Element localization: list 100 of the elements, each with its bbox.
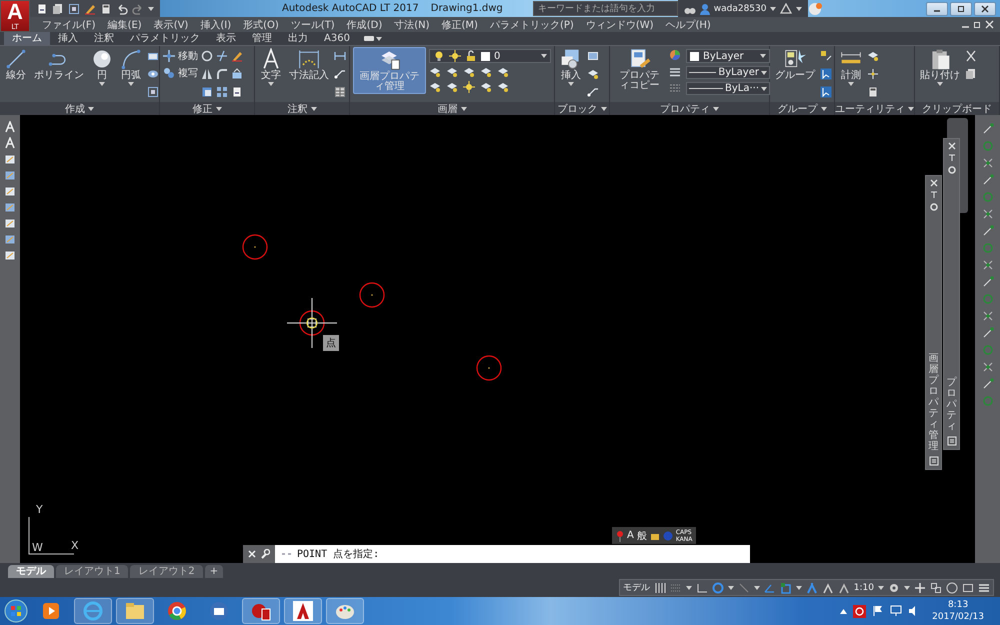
calculator-icon[interactable]	[867, 86, 879, 98]
panel-title[interactable]: 画層	[350, 102, 554, 115]
ribbon-tab[interactable]: A360	[316, 32, 358, 45]
panel-title[interactable]: グループ	[770, 102, 834, 115]
linetype-dropdown[interactable]: ByLa···	[686, 82, 770, 95]
document-icon[interactable]	[231, 86, 243, 98]
lineweight-icon[interactable]	[669, 66, 681, 78]
restore-button[interactable]	[950, 2, 972, 16]
array-icon[interactable]	[216, 86, 228, 98]
properties-icon[interactable]	[946, 436, 956, 446]
palette-strip[interactable]: 画層プロパティ管理	[925, 175, 942, 470]
mail-icon[interactable]	[209, 601, 229, 621]
point-icon[interactable]	[867, 68, 879, 80]
sun-icon[interactable]	[463, 81, 475, 93]
block-icon[interactable]	[587, 50, 599, 62]
calculator-icon[interactable]	[100, 2, 112, 14]
add-layout-button[interactable]: +	[204, 565, 224, 578]
snap-tool-icon[interactable]	[982, 208, 994, 220]
cut-icon[interactable]	[965, 50, 977, 62]
panel-title[interactable]: 修正	[160, 102, 254, 115]
ribbon-tool-button[interactable]: 貼り付け	[918, 47, 962, 87]
ribbon-tool-button[interactable]: 文字	[258, 47, 284, 87]
linetype-icon[interactable]	[669, 82, 681, 94]
pencil-icon[interactable]	[231, 50, 243, 62]
layer-tool-icon[interactable]	[429, 81, 441, 93]
close-icon[interactable]	[985, 20, 994, 29]
layer-tool-icon[interactable]	[867, 50, 879, 62]
menu-item[interactable]: 作成(D)	[340, 18, 388, 32]
pencil-icon[interactable]	[84, 2, 96, 14]
mirror-icon[interactable]	[201, 68, 213, 80]
layer-tool-icon[interactable]	[429, 66, 441, 78]
panel-title[interactable]: 作成	[0, 102, 159, 115]
flag-icon[interactable]	[872, 605, 884, 617]
ribbon-small-tool[interactable]: 移動	[163, 49, 198, 63]
ungroup-icon[interactable]	[820, 50, 832, 62]
palette-strip[interactable]: プロパティ	[943, 138, 960, 450]
layer-tool-icon[interactable]	[446, 66, 458, 78]
layer-tool-icon[interactable]	[497, 66, 509, 78]
menu-item[interactable]: 表示(V)	[148, 18, 194, 32]
layer-tool-icon[interactable]	[497, 81, 509, 93]
pin-icon[interactable]	[930, 191, 938, 199]
layer-tool-icon[interactable]	[463, 66, 475, 78]
tray-arrow-icon[interactable]	[840, 608, 848, 614]
color-wheel-icon[interactable]	[669, 49, 681, 61]
snap-tracking-icon[interactable]	[780, 582, 792, 594]
search-field[interactable]: キーワードまたは語句を入力	[532, 1, 678, 16]
frame-icon[interactable]	[68, 2, 80, 14]
close-icon[interactable]	[948, 142, 956, 150]
undo-icon[interactable]	[116, 2, 128, 14]
menu-icon[interactable]	[978, 582, 990, 594]
pages-icon[interactable]	[965, 68, 977, 80]
fillet-icon[interactable]	[216, 68, 228, 80]
menu-item[interactable]: ファイル(F)	[36, 18, 102, 32]
layer-tool-icon[interactable]	[587, 68, 599, 80]
menu-item[interactable]: 修正(M)	[436, 18, 484, 32]
select-icon[interactable]	[820, 86, 832, 98]
hatch-icon[interactable]	[147, 68, 159, 80]
ribbon-tool-button[interactable]: プロパティコピー	[613, 47, 666, 92]
model-space-button[interactable]: モデル	[622, 581, 650, 594]
clock[interactable]: 8:13 2017/02/13	[926, 599, 990, 623]
stretch-icon[interactable]	[201, 86, 213, 98]
folder-icon[interactable]	[125, 602, 145, 620]
ribbon-small-tool[interactable]: 複写	[163, 66, 198, 80]
color-dropdown[interactable]: ByLayer	[686, 49, 770, 63]
text-edit-icon[interactable]	[4, 137, 16, 149]
rectangle-icon[interactable]	[147, 50, 159, 62]
frame-icon[interactable]	[147, 86, 159, 98]
menu-item[interactable]: 編集(E)	[102, 18, 148, 32]
layer-tool-icon[interactable]	[480, 81, 492, 93]
document-icon[interactable]	[36, 2, 48, 14]
select-icon[interactable]	[820, 68, 832, 80]
linear-dimension-icon[interactable]	[334, 50, 346, 62]
annotation-scale-button[interactable]: 1:10	[854, 582, 874, 592]
pin-icon[interactable]	[948, 154, 956, 162]
layout-tab[interactable]: レイアウト1	[56, 565, 128, 578]
ribbon-tool-button[interactable]: 寸法記入	[287, 47, 331, 82]
snap-tool-icon[interactable]	[982, 361, 994, 373]
ribbon-tab[interactable]: パラメトリック	[122, 32, 208, 45]
redo-icon[interactable]	[132, 2, 144, 14]
ribbon-tool-button[interactable]: 挿入	[558, 47, 584, 87]
ribbon-tab[interactable]: 挿入	[50, 32, 86, 45]
panel-title[interactable]: クリップボード	[915, 102, 999, 115]
layer-tool-icon[interactable]	[446, 81, 458, 93]
panel-title[interactable]: プロパティ	[610, 102, 769, 115]
wrench-icon[interactable]	[260, 549, 270, 559]
menu-item[interactable]: ヘルプ(H)	[660, 18, 717, 32]
ribbon-tool-button[interactable]: 円	[89, 47, 115, 87]
snap-tool-icon[interactable]	[982, 157, 994, 169]
plus-icon[interactable]	[914, 582, 926, 594]
trim-icon[interactable]	[216, 50, 228, 62]
snap-tool-icon[interactable]	[982, 310, 994, 322]
linetype-dropdown[interactable]: ByLayer	[686, 66, 770, 79]
leader-icon[interactable]	[334, 68, 346, 80]
user-icon[interactable]	[700, 2, 710, 14]
ribbon-tool-button[interactable]: 線分	[3, 47, 29, 82]
ribbon-tab[interactable]: 表示	[208, 32, 244, 45]
camera-icon[interactable]	[364, 35, 374, 42]
ribbon-tool-button[interactable]: グループ	[773, 47, 817, 82]
start-orb-icon[interactable]	[4, 599, 28, 623]
snap-tool-icon[interactable]	[982, 259, 994, 271]
